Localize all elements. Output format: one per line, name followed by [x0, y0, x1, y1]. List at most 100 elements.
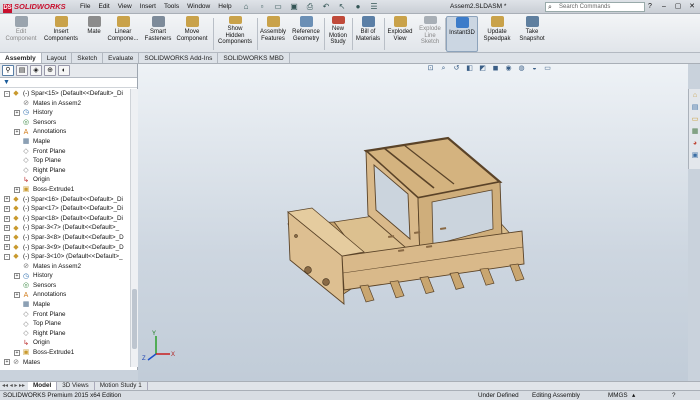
explode-line-sketch-button[interactable]: Explode Line Sketch: [416, 16, 444, 52]
update-speedpak-button[interactable]: Update Speedpak: [480, 16, 514, 52]
smart-fasteners-button[interactable]: Smart Fasteners: [142, 16, 174, 52]
tree-item[interactable]: + ◆ (-) Spar-3<9> (Default<<Default>_D: [0, 243, 130, 253]
menu-file[interactable]: File: [80, 3, 90, 10]
search-commands-input[interactable]: ⌕ Search Commands: [545, 2, 645, 12]
appearances-icon[interactable]: ◕: [690, 139, 700, 149]
expand-icon[interactable]: +: [4, 359, 10, 366]
menu-view[interactable]: View: [118, 3, 132, 10]
tab-motion-study-1[interactable]: Motion Study 1: [95, 382, 148, 390]
tree-item[interactable]: ↳ Origin: [0, 175, 130, 185]
expand-icon[interactable]: +: [14, 292, 20, 299]
bill-of-materials-button[interactable]: Bill of Materials: [353, 16, 383, 52]
tree-item[interactable]: + ⊘ Mates: [0, 358, 130, 367]
tab-navigation-arrows[interactable]: ◂◂ ◂ ▸ ▸▸: [0, 382, 28, 390]
mate-button[interactable]: Mate: [83, 16, 105, 52]
expand-icon[interactable]: +: [4, 205, 10, 212]
expand-icon[interactable]: +: [14, 109, 20, 116]
insert-components-button[interactable]: Insert Components: [40, 16, 82, 52]
tree-item[interactable]: + ◆ (-) Spar-3<8> (Default<<Default>_D: [0, 233, 130, 243]
tree-item[interactable]: + ◷ History: [0, 271, 130, 281]
reference-geometry-button[interactable]: Reference Geometry: [289, 16, 323, 52]
tree-item[interactable]: ◇ Top Plane: [0, 156, 130, 166]
tree-item[interactable]: ▦ Maple: [0, 300, 130, 310]
scrollbar-thumb[interactable]: [132, 289, 137, 349]
close-icon[interactable]: ✕: [687, 2, 697, 11]
tree-item[interactable]: ◇ Right Plane: [0, 166, 130, 176]
menu-window[interactable]: Window: [187, 3, 210, 10]
tree-item[interactable]: + ◆ (-) Spar<17> (Default<<Default>_Di: [0, 204, 130, 214]
tree-item[interactable]: + A Annotations: [0, 127, 130, 137]
save-icon[interactable]: ▣: [288, 2, 300, 12]
linear-component-pattern-button[interactable]: Linear Compone...: [105, 16, 141, 52]
tree-item[interactable]: ◎ Sensors: [0, 118, 130, 128]
tab-assembly[interactable]: Assembly: [0, 53, 42, 63]
tree-item[interactable]: ◇ Top Plane: [0, 319, 130, 329]
expand-icon[interactable]: +: [4, 196, 10, 203]
design-library-icon[interactable]: ▤: [690, 103, 700, 113]
tree-item[interactable]: + ◆ (-) Spar<16> (Default<<Default>_Di: [0, 195, 130, 205]
expand-icon[interactable]: +: [4, 225, 10, 232]
custom-properties-icon[interactable]: ▣: [690, 151, 700, 161]
open-icon[interactable]: ▭: [272, 2, 284, 12]
edit-component-button[interactable]: Edit Component: [2, 16, 40, 52]
help-status-icon[interactable]: ?: [672, 391, 676, 400]
tree-item[interactable]: ◇ Front Plane: [0, 310, 130, 320]
file-explorer-icon[interactable]: ▭: [690, 115, 700, 125]
tab-model[interactable]: Model: [28, 382, 58, 390]
tree-item[interactable]: + ◆ (-) Spar<18> (Default<<Default>_Di: [0, 214, 130, 224]
expand-icon[interactable]: +: [14, 186, 20, 193]
collapse-icon[interactable]: -: [4, 90, 10, 97]
property-manager-tab-icon[interactable]: ▤: [16, 65, 28, 76]
tree-item[interactable]: + ◷ History: [0, 108, 130, 118]
home-icon[interactable]: ⌂: [240, 2, 252, 12]
assembly-features-button[interactable]: Assembly Features: [258, 16, 288, 52]
print-icon[interactable]: ⎙: [304, 2, 316, 12]
tab-evaluate[interactable]: Evaluate: [103, 53, 140, 63]
exploded-view-button[interactable]: Exploded View: [385, 16, 415, 52]
graphics-area[interactable]: ⊡ ⌕ ↺ ◧ ◩ ◼ ◉ ◍ ◒ ▭ Y X Z: [138, 64, 688, 381]
tree-item[interactable]: ⊘ Mates in Assem2: [0, 262, 130, 272]
tab-3d-views[interactable]: 3D Views: [57, 382, 95, 390]
undo-icon[interactable]: ↶: [320, 2, 332, 12]
expand-icon[interactable]: +: [14, 129, 20, 136]
tree-item[interactable]: - ◆ (-) Spar-3<10> (Default<<Default>_: [0, 252, 130, 262]
options-icon[interactable]: ☰: [368, 2, 380, 12]
tab-solidworks-mbd[interactable]: SOLIDWORKS MBD: [218, 53, 290, 63]
menu-edit[interactable]: Edit: [98, 3, 109, 10]
menu-insert[interactable]: Insert: [140, 3, 156, 10]
menu-tools[interactable]: Tools: [164, 3, 179, 10]
display-manager-tab-icon[interactable]: ◐: [58, 65, 70, 76]
view-palette-icon[interactable]: ▦: [690, 127, 700, 137]
wooden-frame-assembly[interactable]: [287, 136, 525, 305]
new-doc-icon[interactable]: ▫: [256, 2, 268, 12]
tab-sketch[interactable]: Sketch: [72, 53, 104, 63]
expand-icon[interactable]: +: [14, 349, 20, 356]
tree-item[interactable]: ◎ Sensors: [0, 281, 130, 291]
tab-solidworks-add-ins[interactable]: SOLIDWORKS Add-Ins: [139, 53, 219, 63]
status-units[interactable]: MMGS: [608, 391, 628, 400]
tree-filter[interactable]: ▼: [0, 78, 137, 88]
tree-item[interactable]: - ◆ (-) Spar<15> (Default<<Default>_Di: [0, 89, 130, 99]
expand-icon[interactable]: +: [4, 215, 10, 222]
configuration-manager-tab-icon[interactable]: ◈: [30, 65, 42, 76]
tree-item[interactable]: ◇ Right Plane: [0, 329, 130, 339]
move-component-button[interactable]: Move Component: [174, 16, 210, 52]
show-hidden-components-button[interactable]: Show Hidden Components: [215, 16, 255, 52]
tree-item[interactable]: ◇ Front Plane: [0, 147, 130, 157]
feature-manager-tab-icon[interactable]: ⚲: [2, 65, 14, 76]
tree-vertical-scrollbar[interactable]: [130, 89, 138, 367]
assembly-model-viewport[interactable]: Y X Z: [138, 64, 688, 381]
tree-item[interactable]: ⊘ Mates in Assem2: [0, 99, 130, 109]
rebuild-icon[interactable]: ●: [352, 2, 364, 12]
select-icon[interactable]: ↖: [336, 2, 348, 12]
solidworks-logo[interactable]: DS SOLIDWORKS: [3, 2, 71, 13]
instant3d-button[interactable]: Instant3D: [446, 16, 478, 52]
expand-icon[interactable]: +: [4, 244, 10, 251]
tree-item[interactable]: + A Annotations: [0, 290, 130, 300]
minimize-icon[interactable]: –: [659, 2, 669, 11]
new-motion-study-button[interactable]: New Motion Study: [325, 16, 351, 52]
resources-icon[interactable]: ⌂: [690, 91, 700, 101]
tree-item[interactable]: + ◆ (-) Spar-3<7> (Default<<Default>_: [0, 223, 130, 233]
tab-layout[interactable]: Layout: [42, 53, 73, 63]
expand-icon[interactable]: +: [14, 273, 20, 280]
